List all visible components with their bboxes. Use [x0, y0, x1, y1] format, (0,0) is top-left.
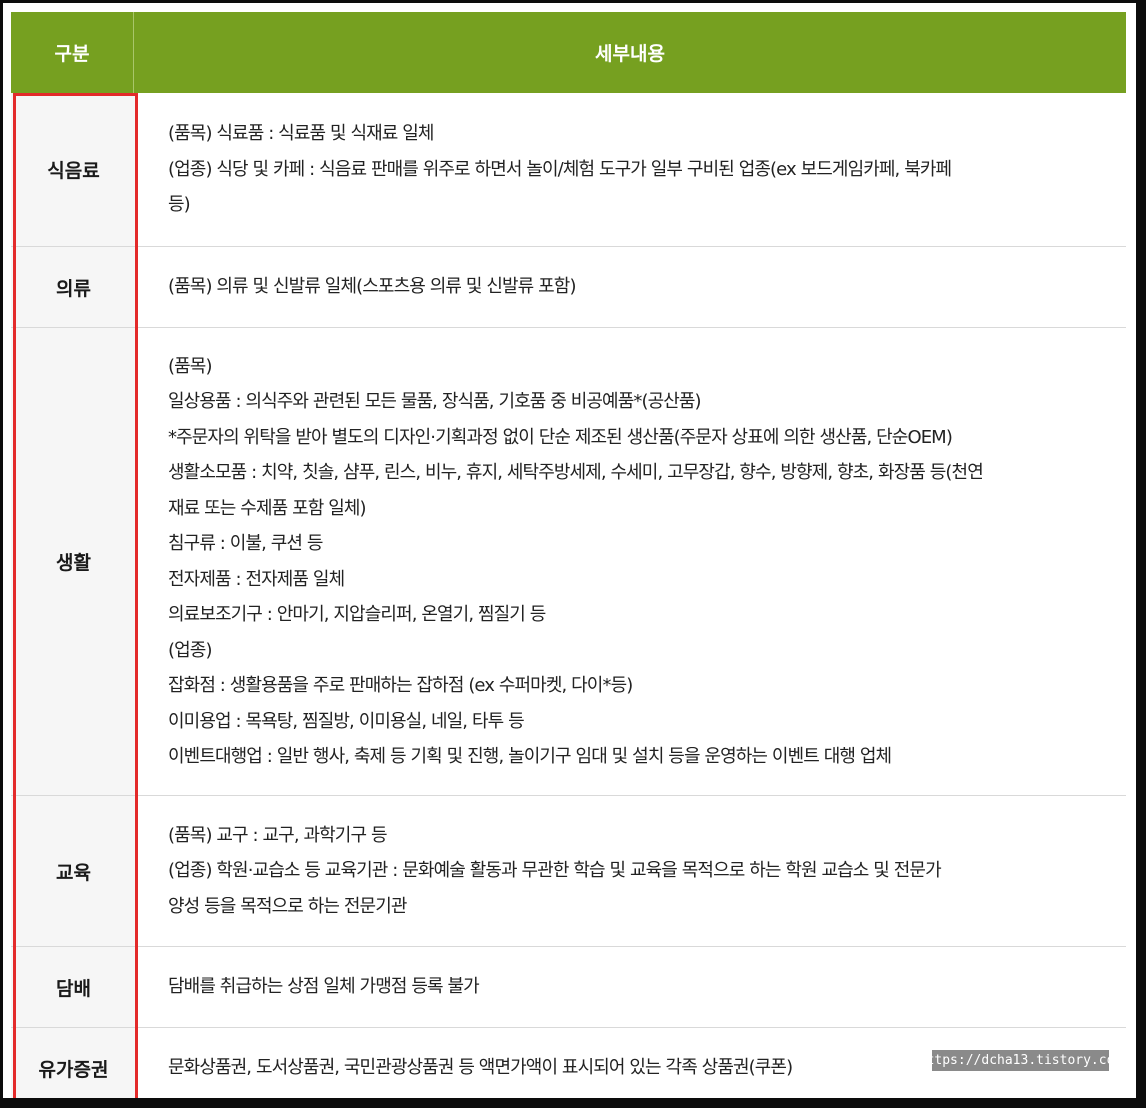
row-details: (품목) 의류 및 신발류 일체(스포츠용 의류 및 신발류 포함): [168, 247, 1106, 327]
row-details: (품목) 교구 : 교구, 과학기구 등 (업종) 학원·교습소 등 교육기관 …: [168, 796, 1106, 946]
detail-line: 이미용업 : 목욕탕, 찜질방, 이미용실, 네일, 타투 등: [168, 710, 525, 732]
row-category: 의류: [11, 247, 137, 327]
table-header: 구분 세부내용: [11, 12, 1126, 93]
detail-line: (품목) 의류 및 신발류 일체(스포츠용 의류 및 신발류 포함): [168, 276, 576, 298]
detail-line: (품목) 식료품 : 식료품 및 식재료 일체: [168, 123, 434, 145]
detail-line: (업종): [168, 639, 212, 661]
row-category: 식음료: [11, 93, 137, 246]
row-category: 교육: [11, 796, 137, 946]
detail-line: (품목) 교구 : 교구, 과학기구 등: [168, 824, 388, 846]
detail-line: 의료보조기구 : 안마기, 지압슬리퍼, 온열기, 찜질기 등: [168, 604, 546, 625]
detail-line: (업종) 학원·교습소 등 교육기관 : 문화예술 활동과 무관한 학습 및 교…: [168, 860, 942, 882]
detail-line: 생활소모품 : 치약, 칫솔, 샴푸, 린스, 비누, 휴지, 세탁주방세제, …: [168, 462, 984, 483]
detail-line: 이벤트대행업 : 일반 행사, 축제 등 기획 및 진행, 놀이기구 임대 및 …: [168, 746, 892, 767]
row-details: (품목) 식료품 : 식료품 및 식재료 일체 (업종) 식당 및 카페 : 식…: [168, 93, 1106, 246]
detail-line: 전자제품 : 전자제품 일체: [168, 568, 345, 590]
detail-line: 담배를 취급하는 상점 일체 가맹점 등록 불가: [168, 976, 480, 998]
row-category: 생활: [11, 328, 137, 795]
header-details: 세부내용: [595, 43, 665, 65]
detail-line: 등): [168, 194, 191, 216]
detail-line: 양성 등을 목적으로 하는 전문기관: [168, 895, 407, 917]
watermark: https://dcha13.tistory.com: [919, 1050, 1122, 1071]
detail-line: (품목): [168, 355, 212, 377]
detail-line: 일상용품 : 의식주와 관련된 모든 물품, 장식품, 기호품 중 비공예품*(…: [168, 391, 702, 412]
row-details: 담배를 취급하는 상점 일체 가맹점 등록 불가: [168, 947, 1106, 1027]
table-row: 생활 (품목) 일상용품 : 의식주와 관련된 모든 물품, 장식품, 기호품 …: [11, 328, 1126, 796]
row-category: 유가증권: [11, 1028, 137, 1098]
table-row: 의류 (품목) 의류 및 신발류 일체(스포츠용 의류 및 신발류 포함): [11, 247, 1126, 328]
table-row: 담배 담배를 취급하는 상점 일체 가맹점 등록 불가: [11, 947, 1126, 1028]
detail-line: 잡화점 : 생활용품을 주로 판매하는 잡하점 (ex 수퍼마켓, 다이*등): [168, 675, 633, 696]
detail-line: 침구류 : 이불, 쿠션 등: [168, 533, 323, 554]
detail-line: *주문자의 위탁을 받아 별도의 디자인·기획과정 없이 단순 제조된 생산품(…: [168, 426, 953, 448]
table-frame: 구분 세부내용 식음료 (품목) 식료품 : 식료품 및 식재료 일체 (업종)…: [3, 3, 1136, 1098]
table-row: 교육 (품목) 교구 : 교구, 과학기구 등 (업종) 학원·교습소 등 교육…: [11, 796, 1126, 947]
row-details: (품목) 일상용품 : 의식주와 관련된 모든 물품, 장식품, 기호품 중 비…: [168, 328, 1106, 795]
detail-line: 재료 또는 수제품 포함 일체): [168, 497, 367, 519]
detail-line: (업종) 식당 및 카페 : 식음료 판매를 위주로 하면서 놀이/체험 도구가…: [168, 158, 952, 180]
header-category: 구분: [11, 12, 134, 93]
row-category: 담배: [11, 947, 137, 1027]
table-row: 식음료 (품목) 식료품 : 식료품 및 식재료 일체 (업종) 식당 및 카페…: [11, 93, 1126, 247]
